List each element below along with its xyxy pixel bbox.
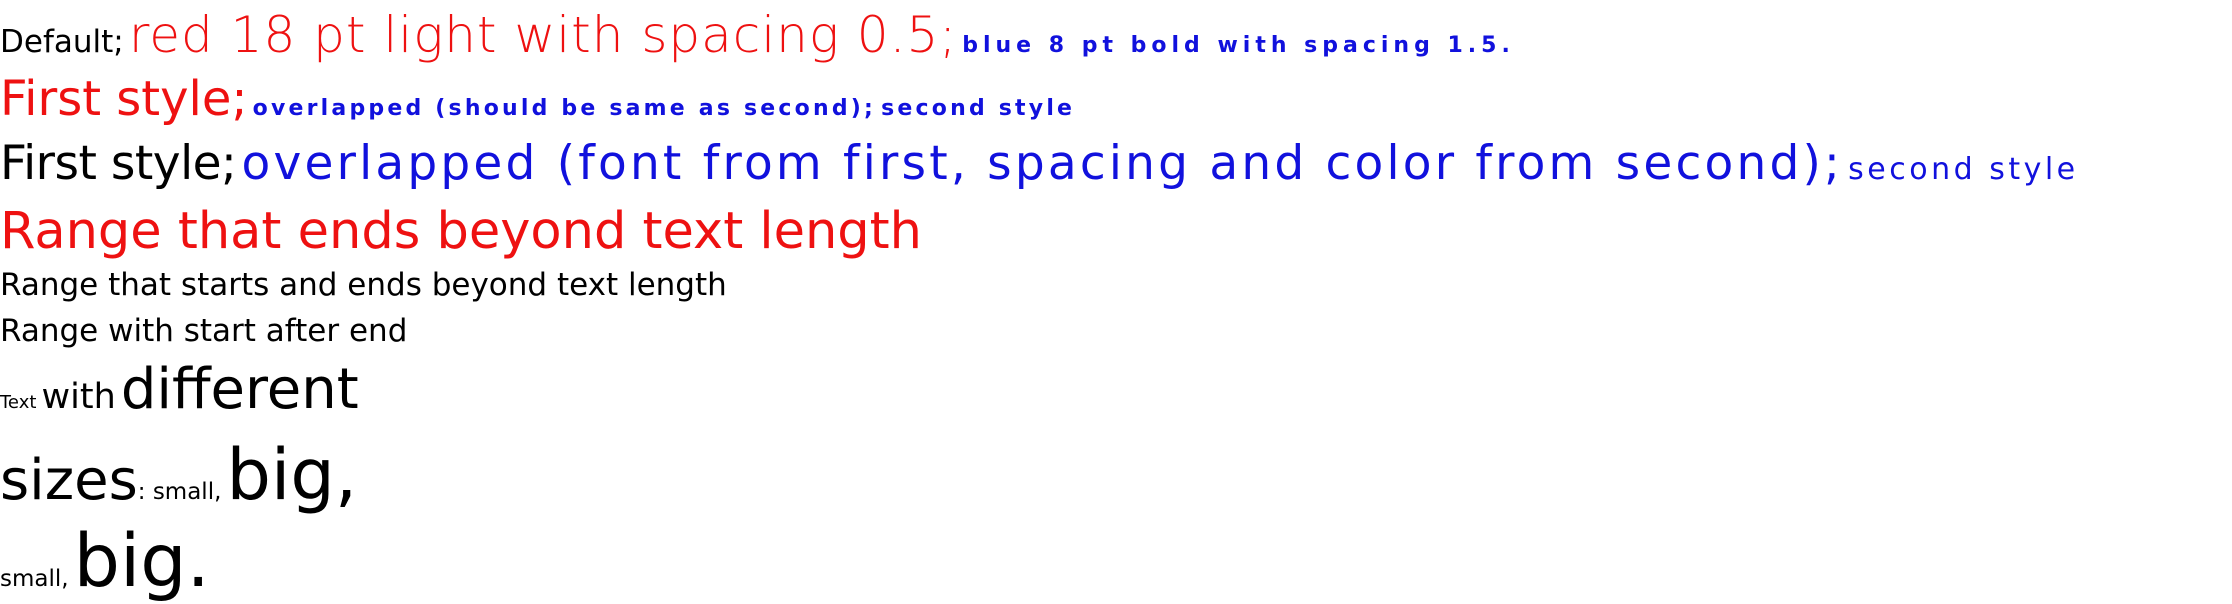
- line-default-red-blue: Default; red 18 pt light with spacing 0.…: [0, 10, 1515, 60]
- first-style-text: First style;: [0, 71, 248, 127]
- second-style-text: second style: [1848, 152, 2079, 187]
- big-text: different: [120, 357, 359, 422]
- different-sizes-line-2: sizes: small, big,: [0, 440, 357, 510]
- range-start-after-end-line: Range with start after end: [0, 313, 408, 349]
- medium-text: with: [41, 377, 116, 417]
- huge-text: big,: [226, 434, 358, 516]
- tiny-text: Text: [0, 392, 37, 413]
- big-text: sizes: [0, 448, 138, 513]
- overlapped-text: overlapped (should be same as second);: [252, 96, 877, 121]
- second-style-text: second style: [881, 96, 1076, 121]
- default-style-text: Default;: [0, 24, 124, 60]
- different-sizes-line-1: Text with different: [0, 362, 359, 418]
- huge-text: big.: [73, 519, 210, 604]
- different-sizes-line-3: small, big.: [0, 525, 210, 598]
- red-18pt-light-text: red 18 pt light with spacing 0.5;: [128, 6, 958, 64]
- range-ends-beyond-line: Range that ends beyond text length: [0, 202, 922, 261]
- overlapped-text: overlapped (font from first, spacing and…: [241, 136, 1844, 191]
- first-style-text: First style;: [0, 136, 237, 191]
- small-text: : small,: [137, 479, 222, 505]
- blue-8pt-bold-text: blue 8 pt bold with spacing 1.5.: [962, 33, 1515, 58]
- small-text: small,: [0, 566, 69, 592]
- line-first-overlap-second-a: First style; overlapped (should be same …: [0, 75, 1075, 123]
- line-first-overlap-second-b: First style; overlapped (font from first…: [0, 140, 2079, 187]
- range-starts-ends-beyond-line: Range that starts and ends beyond text l…: [0, 267, 727, 303]
